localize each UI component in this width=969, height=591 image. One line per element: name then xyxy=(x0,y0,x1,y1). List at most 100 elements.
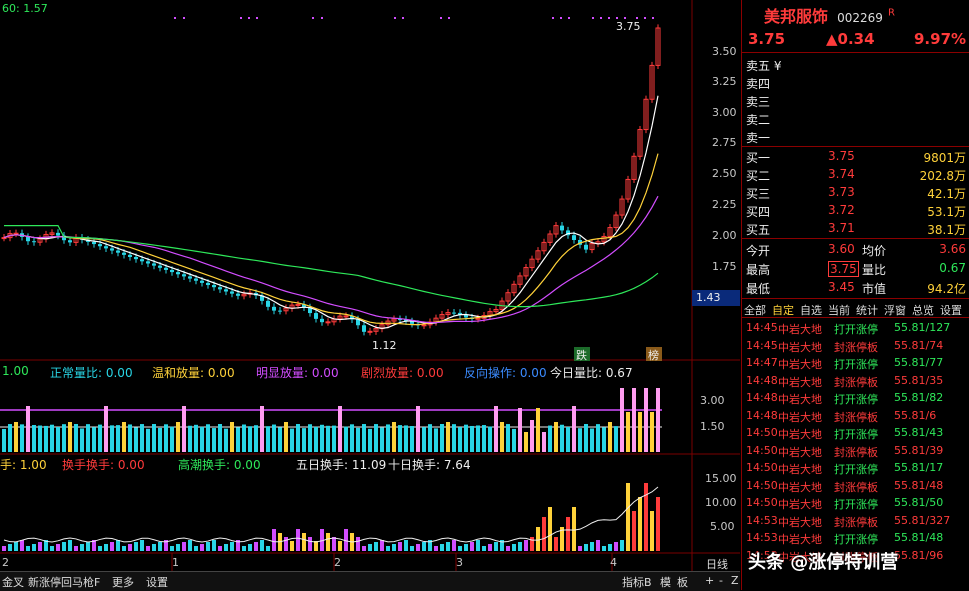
volume-ratio-bar xyxy=(350,424,354,452)
volume-ratio-bar xyxy=(218,424,222,452)
turnover-bar xyxy=(314,541,318,551)
monitor-row[interactable]: 14:50 中岩大地 封涨停板 55.81/48 xyxy=(742,478,969,494)
template-button[interactable]: 模 xyxy=(660,574,671,590)
turnover-bar xyxy=(620,540,624,551)
price-change: ▲0.34 xyxy=(826,30,875,48)
monitor-cell: 打开涨停 xyxy=(834,428,878,441)
turnover-bar xyxy=(614,542,618,551)
flag-r: R xyxy=(888,7,895,19)
zoom-in-button[interactable]: + xyxy=(705,574,714,587)
signal-dot xyxy=(394,17,396,19)
volume-ratio-bar xyxy=(560,424,564,452)
ask-row[interactable]: 卖四 xyxy=(746,74,966,92)
ask-row[interactable]: 卖一 xyxy=(746,128,966,146)
volume-ratio-bar xyxy=(542,432,546,452)
bottom-toolbar: 金叉 新涨停回马枪F 更多 设置 指标B 模 板 + - Z xyxy=(0,571,740,591)
monitor-cell: 14:48 xyxy=(746,373,778,387)
turnover-bar xyxy=(596,540,600,551)
monitor-cell: 55.81/35 xyxy=(894,373,944,387)
candle-body xyxy=(98,244,102,247)
monitor-row[interactable]: 14:53 中岩大地 封涨停板 55.81/327 xyxy=(742,513,969,529)
ind1-tick: 3.00 xyxy=(700,394,725,407)
tab-stats[interactable]: 统计 xyxy=(856,302,878,318)
volume-ratio-bar xyxy=(128,424,132,452)
monitor-row[interactable]: 14:45 中岩大地 打开涨停 55.81/127 xyxy=(742,320,969,336)
z-button[interactable]: Z xyxy=(731,574,739,587)
volume-ratio-bar xyxy=(488,426,492,452)
legend-item: 手: 1.00 xyxy=(0,458,47,472)
turnover-bar xyxy=(638,497,642,551)
volume-ratio-bar xyxy=(242,424,246,452)
monitor-row[interactable]: 14:48 中岩大地 封涨停板 55.81/6 xyxy=(742,408,969,424)
tab-golden-cross[interactable]: 金叉 xyxy=(2,574,24,590)
monitor-row[interactable]: 14:50 中岩大地 打开涨停 55.81/17 xyxy=(742,460,969,476)
tab-strategy[interactable]: 新涨停回马枪F xyxy=(28,574,100,590)
monitor-row[interactable]: 14:50 中岩大地 打开涨停 55.81/50 xyxy=(742,495,969,511)
turnover-bar xyxy=(554,537,558,551)
volume-ratio-bar xyxy=(356,427,360,452)
quote-panel: 美邦服饰 002269 R 3.75 ▲0.34 9.97% 卖五 ¥ 卖四 卖… xyxy=(741,0,969,590)
turnover-bar xyxy=(152,544,156,551)
bid-row[interactable]: 买一 3.75 9801万 xyxy=(746,148,966,166)
volume-ratio-bar xyxy=(8,424,12,452)
more-button[interactable]: 更多 xyxy=(112,574,134,590)
volume-ratio-bar xyxy=(554,422,558,452)
ask-row[interactable]: 卖二 xyxy=(746,110,966,128)
monitor-row[interactable]: 14:48 中岩大地 打开涨停 55.81/82 xyxy=(742,390,969,406)
zoom-out-button[interactable]: - xyxy=(719,574,723,587)
turnover-bar xyxy=(566,517,570,551)
ask-row[interactable]: 卖五 ¥ xyxy=(746,56,966,74)
indicator-button[interactable]: 指标B xyxy=(622,574,652,590)
tab-settings[interactable]: 设置 xyxy=(940,302,962,318)
turnover-bar xyxy=(68,540,72,551)
turnover-bar xyxy=(512,544,516,551)
monitor-row[interactable]: 14:53 中岩大地 打开涨停 55.81/48 xyxy=(742,530,969,546)
bid-row[interactable]: 买四 3.72 53.1万 xyxy=(746,202,966,220)
turnover-bar xyxy=(248,544,252,551)
monitor-cell: 14:50 xyxy=(746,443,778,457)
candle-body xyxy=(116,250,120,253)
ask-row[interactable]: 卖三 xyxy=(746,92,966,110)
monitor-row[interactable]: 14:45 中岩大地 封涨停板 55.81/74 xyxy=(742,338,969,354)
volume-ratio-bar xyxy=(494,406,498,452)
tab-all[interactable]: 全部 xyxy=(744,302,766,318)
last-price: 3.75 xyxy=(748,30,786,48)
turnover-bar xyxy=(548,507,552,551)
bid-row[interactable]: 买二 3.74 202.8万 xyxy=(746,166,966,184)
stat-row: 今开 3.60 均价 3.66 xyxy=(746,242,966,258)
tab-overview[interactable]: 总览 xyxy=(912,302,934,318)
monitor-cell: 14:48 xyxy=(746,408,778,422)
volume-ratio-bar xyxy=(608,422,612,452)
last-price-tag: 1.43 xyxy=(692,290,740,306)
monitor-row[interactable]: 14:47 中岩大地 打开涨停 55.81/77 xyxy=(742,355,969,371)
bid-row[interactable]: 买五 3.71 38.1万 xyxy=(746,220,966,238)
signal-dot xyxy=(256,17,258,19)
volume-ratio-bar xyxy=(62,424,66,452)
monitor-cell: 55.81/39 xyxy=(894,443,944,457)
volume-ratio-bar xyxy=(272,424,276,452)
volume-ratio-bar xyxy=(44,425,48,452)
monitor-row[interactable]: 14:48 中岩大地 封涨停板 55.81/35 xyxy=(742,373,969,389)
tab-float[interactable]: 浮窗 xyxy=(884,302,906,318)
candle-body xyxy=(266,300,270,307)
candle-body xyxy=(146,261,150,264)
tab-custom[interactable]: 自定 xyxy=(772,302,794,318)
turnover-bar xyxy=(62,542,66,551)
signal-dot xyxy=(440,17,442,19)
period-daily-button[interactable]: 日线 xyxy=(706,556,728,572)
turnover-bar xyxy=(20,540,24,551)
board-button[interactable]: 板 xyxy=(677,574,688,590)
monitor-row[interactable]: 14:50 中岩大地 打开涨停 55.81/43 xyxy=(742,425,969,441)
monitor-cell: 55.81/17 xyxy=(894,461,944,474)
tab-watchlist[interactable]: 自选 xyxy=(800,302,822,318)
monitor-cell: 55.81/43 xyxy=(894,426,944,439)
bid-row[interactable]: 买三 3.73 42.1万 xyxy=(746,184,966,202)
tab-current[interactable]: 当前 xyxy=(828,302,850,318)
volume-ratio-bar xyxy=(206,424,210,452)
monitor-row[interactable]: 14:50 中岩大地 封涨停板 55.81/39 xyxy=(742,443,969,459)
settings-button[interactable]: 设置 xyxy=(146,574,168,590)
turnover-bar xyxy=(74,546,78,551)
turnover-bar xyxy=(254,542,258,551)
turnover-bar xyxy=(374,542,378,551)
kline-chart[interactable] xyxy=(0,0,740,590)
